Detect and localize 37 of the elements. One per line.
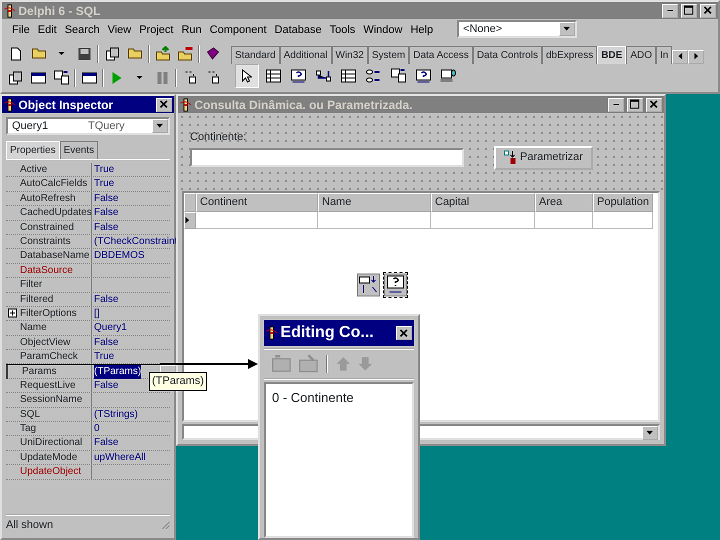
property-name: CachedUpdates bbox=[20, 207, 92, 218]
property-name: ObjectView bbox=[20, 336, 70, 348]
property-name: Tag bbox=[20, 423, 36, 434]
window-title: Delphi 6 - SQL bbox=[18, 2, 102, 20]
column-header: Area bbox=[535, 193, 593, 212]
property-name: Name bbox=[20, 322, 47, 334]
property-name: Filter bbox=[20, 279, 42, 290]
column-header: Population bbox=[593, 193, 653, 212]
property-name: ParamCheck bbox=[20, 351, 78, 362]
object-name: Query1 bbox=[11, 118, 50, 134]
property-name: Params bbox=[22, 366, 56, 378]
property-name: Constrained bbox=[20, 222, 74, 233]
column-header: Continent bbox=[196, 193, 318, 212]
combo-value: <None> bbox=[462, 22, 504, 37]
column-header: Name bbox=[318, 193, 431, 212]
property-name: Filtered bbox=[20, 294, 54, 305]
property-name: RequestLive bbox=[20, 380, 76, 391]
window-title: Consulta Dinâmica. ou Parametrizada. bbox=[194, 96, 414, 114]
property-name: UpdateMode bbox=[20, 452, 78, 463]
property-name: Active bbox=[20, 164, 48, 175]
property-name: AutoCalcFields bbox=[20, 178, 88, 190]
property-name: AutoRefresh bbox=[20, 192, 76, 204]
property-name: DatabaseName bbox=[20, 250, 90, 262]
property-name: DataSource bbox=[20, 264, 73, 276]
property-name: UpdateObject bbox=[20, 466, 82, 478]
property-name: SQL bbox=[20, 408, 40, 420]
tooltip: (TParams) bbox=[149, 372, 207, 390]
window-title: Object Inspector bbox=[18, 96, 114, 114]
property-name: UniDirectional bbox=[20, 437, 82, 448]
column-header: Capital bbox=[431, 193, 535, 212]
property-name: Constraints bbox=[20, 236, 71, 247]
window-title: Editing Co... bbox=[280, 323, 375, 343]
property-name: FilterOptions bbox=[20, 308, 77, 319]
field-label: Continente: bbox=[190, 130, 248, 145]
status-text: All shown bbox=[6, 518, 54, 533]
object-type: TQuery bbox=[88, 118, 126, 134]
property-name: SessionName bbox=[20, 394, 82, 406]
